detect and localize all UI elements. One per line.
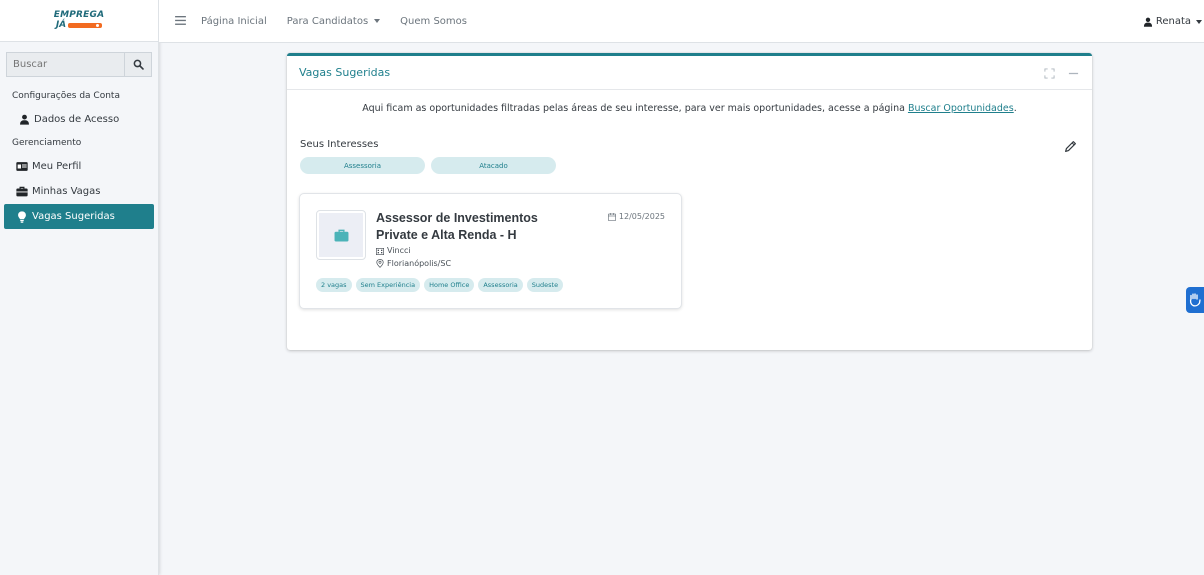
buscar-oportunidades-link[interactable]: Buscar Oportunidades xyxy=(908,103,1014,114)
job-location-text: Florianópolis/SC xyxy=(387,259,452,268)
job-company: Vincci xyxy=(376,246,411,255)
sign-language-icon xyxy=(1189,293,1201,307)
job-location: Florianópolis/SC xyxy=(376,259,451,268)
logo-bar xyxy=(68,23,103,28)
card-header: Vagas Sugeridas xyxy=(287,56,1092,90)
accessibility-widget-button[interactable] xyxy=(1186,287,1204,313)
nav-header-management: Gerenciamento xyxy=(12,138,82,148)
sidebar-item-label: Vagas Sugeridas xyxy=(32,211,115,222)
hamburger-icon xyxy=(174,13,186,29)
lightbulb-icon xyxy=(16,210,28,223)
user-icon xyxy=(18,114,30,126)
job-tag: Assessoria xyxy=(478,278,523,292)
user-icon xyxy=(1143,17,1153,27)
interests-label: Seus Interesses xyxy=(300,139,379,150)
pencil-icon xyxy=(1065,141,1076,152)
job-date-text: 12/05/2025 xyxy=(618,212,665,221)
interest-tag-assessoria[interactable]: Assessoria xyxy=(300,157,425,174)
briefcase-icon xyxy=(16,186,28,198)
caret-down-icon xyxy=(1196,19,1202,24)
interest-tag-atacado[interactable]: Atacado xyxy=(431,157,556,174)
top-navbar: Página Inicial Para Candidatos Quem Somo… xyxy=(159,0,1204,43)
intro-text-body: Aqui ficam as oportunidades filtradas pe… xyxy=(362,103,908,114)
sidebar-item-dados-de-acesso[interactable]: Dados de Acesso xyxy=(4,107,154,132)
search-input[interactable] xyxy=(6,52,124,77)
job-company-text: Vincci xyxy=(387,246,411,255)
nav-link-quem-somos[interactable]: Quem Somos xyxy=(400,16,467,27)
suggested-jobs-card: Vagas Sugeridas Aqui ficam as oportunida… xyxy=(287,53,1092,350)
menu-toggle-button[interactable] xyxy=(165,0,195,43)
job-tag: Sem Experiência xyxy=(355,278,421,292)
job-tag: Home Office xyxy=(424,278,475,292)
sidebar: EMPREGA JÁ Configurações da Conta Dados … xyxy=(0,0,159,575)
intro-text-end: . xyxy=(1013,103,1017,114)
building-icon xyxy=(376,247,384,255)
search-button[interactable] xyxy=(124,52,152,77)
briefcase-icon xyxy=(334,229,348,242)
job-title: Assessor de Investimentos Private e Alta… xyxy=(376,211,538,242)
collapse-button[interactable] xyxy=(1066,66,1080,80)
logo-text-bottom: JÁ xyxy=(55,20,67,30)
sidebar-item-meu-perfil[interactable]: Meu Perfil xyxy=(4,154,154,179)
card-title: Vagas Sugeridas xyxy=(299,66,391,79)
job-date: 12/05/2025 xyxy=(607,212,665,221)
nav-dropdown-label: Para Candidatos xyxy=(286,15,369,27)
edit-interests-button[interactable] xyxy=(1064,138,1078,152)
logo-text-top: EMPREGA xyxy=(53,10,105,20)
sidebar-item-vagas-sugeridas[interactable]: Vagas Sugeridas xyxy=(4,204,154,229)
job-card[interactable]: Assessor de Investimentos Private e Alta… xyxy=(299,193,682,309)
sidebar-item-minhas-vagas[interactable]: Minhas Vagas xyxy=(4,179,154,204)
logo[interactable]: EMPREGA JÁ xyxy=(54,11,105,30)
id-card-icon xyxy=(16,161,28,173)
maximize-button[interactable] xyxy=(1042,66,1056,80)
expand-icon xyxy=(1043,67,1055,79)
user-name: Renata xyxy=(1155,16,1191,27)
intro-text: Aqui ficam as oportunidades filtradas pe… xyxy=(287,103,1092,114)
location-pin-icon xyxy=(376,259,384,268)
minus-icon xyxy=(1068,72,1078,74)
interests-tags: Assessoria Atacado xyxy=(300,157,556,174)
job-tag: 2 vagas xyxy=(316,278,352,292)
job-thumbnail xyxy=(316,210,366,260)
nav-dropdown-para-candidatos[interactable]: Para Candidatos xyxy=(286,15,381,27)
nav-header-account: Configurações da Conta xyxy=(12,91,120,101)
user-menu[interactable]: Renata xyxy=(1143,0,1204,43)
card-tools xyxy=(1042,56,1080,90)
sidebar-item-label: Minhas Vagas xyxy=(32,186,101,197)
job-tags: 2 vagas Sem Experiência Home Office Asse… xyxy=(316,278,564,292)
nav-link-pagina-inicial[interactable]: Página Inicial xyxy=(201,16,267,27)
caret-down-icon xyxy=(374,19,381,23)
search-icon xyxy=(133,55,144,74)
sidebar-search xyxy=(6,52,152,77)
job-tag: Sudeste xyxy=(526,278,564,292)
calendar-icon xyxy=(607,212,616,221)
sidebar-item-label: Meu Perfil xyxy=(32,161,82,172)
sidebar-item-label: Dados de Acesso xyxy=(34,114,120,125)
brand[interactable]: EMPREGA JÁ xyxy=(0,0,158,42)
